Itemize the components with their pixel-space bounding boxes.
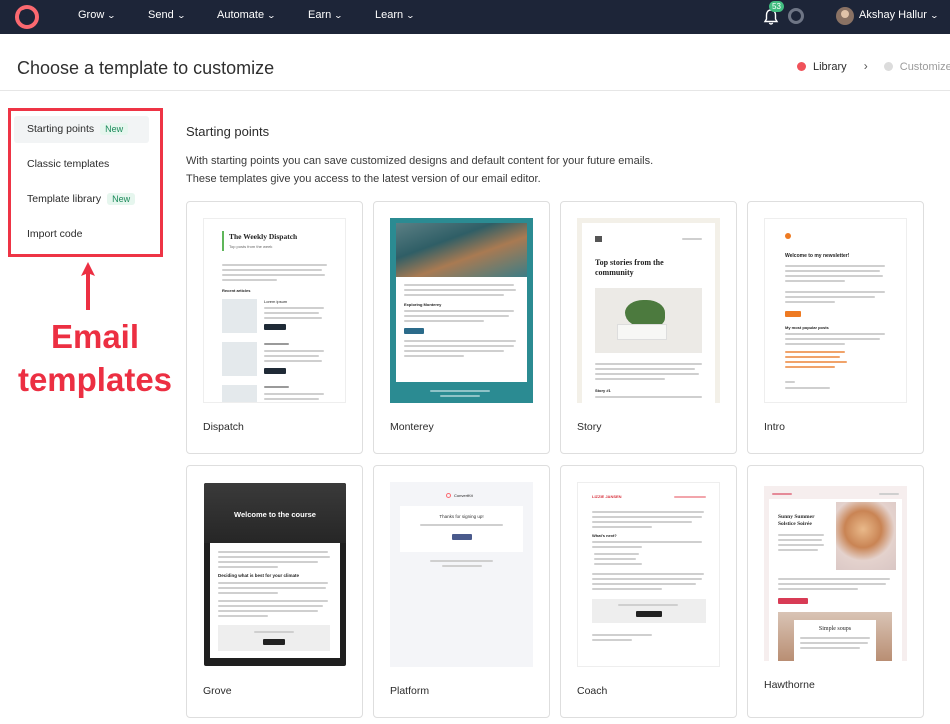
chevron-down-icon: ⌄ bbox=[333, 11, 344, 20]
template-preview: The Weekly Dispatch Top posts from the w… bbox=[203, 218, 346, 403]
annotation-highlight-box bbox=[8, 108, 163, 257]
template-preview: ConvertKit Thanks for signing up! bbox=[390, 482, 533, 667]
preview-heading: Thanks for signing up! bbox=[439, 514, 484, 519]
preview-item-title: Lorem ipsum bbox=[264, 299, 288, 304]
nav-learn[interactable]: Learn ⌄ bbox=[375, 9, 416, 21]
preview-heading: Welcome to my newsletter! bbox=[785, 253, 850, 259]
template-preview: Top stories from the community Story #1 bbox=[577, 218, 720, 403]
nav-automate-label: Automate bbox=[217, 9, 265, 21]
template-name: Monterey bbox=[390, 421, 434, 433]
preview-photo bbox=[836, 502, 896, 570]
template-card-monterey[interactable]: Exploring Monterey Monterey bbox=[373, 201, 550, 454]
chevron-down-icon: ⌄ bbox=[106, 11, 117, 20]
user-menu[interactable]: Akshay Hallur ⌄ bbox=[859, 9, 939, 21]
preview-heading: Exploring Monterey bbox=[404, 302, 442, 307]
chevron-down-icon: ⌄ bbox=[266, 11, 277, 20]
preview-button bbox=[778, 598, 808, 604]
annotation-label: Email templates bbox=[0, 316, 190, 402]
nav-send-label: Send bbox=[148, 9, 174, 21]
preview-button bbox=[785, 311, 801, 317]
preview-subheading: Deciding what is best for your climate bbox=[218, 573, 300, 578]
preview-photo bbox=[396, 223, 527, 277]
step-library-label: Library bbox=[813, 61, 847, 73]
template-preview: Sunny Summer Solstice Soirée Simple soup… bbox=[764, 486, 907, 661]
step-inactive-dot-icon bbox=[883, 62, 893, 71]
preview-button bbox=[264, 324, 286, 330]
nav-grow[interactable]: Grow ⌄ bbox=[78, 9, 117, 21]
template-name: Hawthorne bbox=[764, 679, 815, 691]
template-name: Dispatch bbox=[203, 421, 244, 433]
step-active-dot-icon bbox=[797, 62, 806, 71]
template-card-grove[interactable]: Welcome to the course Deciding what is b… bbox=[186, 465, 363, 718]
user-name: Akshay Hallur bbox=[859, 9, 927, 21]
preview-subheading: Story #1 bbox=[595, 388, 611, 393]
preview-brand: ConvertKit bbox=[454, 493, 473, 498]
preview-button bbox=[452, 534, 472, 540]
accent-bar bbox=[222, 231, 224, 251]
preview-heading: Welcome to the course bbox=[234, 510, 316, 519]
template-preview: Exploring Monterey bbox=[390, 218, 533, 403]
chevron-down-icon: ⌄ bbox=[929, 11, 939, 20]
nav-earn[interactable]: Earn ⌄ bbox=[308, 9, 344, 21]
template-card-hawthorne[interactable]: Sunny Summer Solstice Soirée Simple soup… bbox=[747, 465, 924, 718]
step-library[interactable]: Library bbox=[797, 61, 847, 73]
template-card-dispatch[interactable]: The Weekly Dispatch Top posts from the w… bbox=[186, 201, 363, 454]
annotation-line-2: templates bbox=[17, 360, 173, 398]
preview-brand: LIZZIE JANSEN bbox=[592, 494, 622, 499]
description-line-1: With starting points you can save custom… bbox=[186, 155, 654, 167]
template-name: Coach bbox=[577, 685, 608, 697]
preview-subheading: Simple soups bbox=[818, 626, 852, 632]
preview-heading: Top stories from the community bbox=[595, 258, 664, 277]
template-preview: LIZZIE JANSEN What's next? bbox=[577, 482, 720, 667]
preview-button bbox=[404, 328, 424, 334]
nav-automate[interactable]: Automate ⌄ bbox=[217, 9, 277, 21]
template-preview: Welcome to the course Deciding what is b… bbox=[204, 483, 346, 666]
convertkit-logo-icon[interactable] bbox=[15, 5, 39, 29]
step-customize: Customize bbox=[883, 61, 950, 73]
template-card-coach[interactable]: LIZZIE JANSEN What's next? Coach bbox=[560, 465, 737, 718]
image-placeholder-icon bbox=[222, 299, 257, 333]
avatar[interactable] bbox=[836, 7, 854, 25]
preview-subheading: Top posts from the week bbox=[229, 244, 273, 249]
description-line-2: These templates give you access to the l… bbox=[186, 172, 541, 185]
template-name: Story bbox=[577, 421, 602, 433]
template-name: Intro bbox=[764, 421, 786, 433]
preview-heading: The Weekly Dispatch bbox=[229, 232, 298, 241]
preview-subheading: What's next? bbox=[592, 533, 617, 538]
chevron-down-icon: ⌄ bbox=[176, 11, 186, 20]
step-customize-label: Customize bbox=[899, 61, 950, 73]
section-title: Starting points bbox=[186, 124, 270, 139]
template-name: Grove bbox=[203, 685, 232, 697]
nav-learn-label: Learn bbox=[375, 9, 404, 21]
annotation-line-1: Email bbox=[50, 318, 140, 355]
section-description: With starting points you can save custom… bbox=[186, 153, 686, 188]
template-card-platform[interactable]: ConvertKit Thanks for signing up! Platfo… bbox=[373, 465, 550, 718]
notification-count-badge: 53 bbox=[769, 1, 784, 12]
nav-send[interactable]: Send ⌄ bbox=[148, 9, 186, 21]
annotation-arrow-icon bbox=[81, 262, 95, 310]
chevron-down-icon: ⌄ bbox=[405, 11, 416, 20]
image-placeholder-icon bbox=[222, 342, 257, 376]
chevron-right-icon: › bbox=[863, 59, 868, 73]
breadcrumb-steps: Library › Customize bbox=[797, 59, 950, 73]
top-nav: Grow ⌄ Send ⌄ Automate ⌄ Earn ⌄ Learn ⌄ 53 Ak… bbox=[0, 0, 950, 34]
template-name: Platform bbox=[390, 685, 430, 697]
template-card-story[interactable]: Top stories from the community Story #1 … bbox=[560, 201, 737, 454]
progress-ring-icon[interactable] bbox=[788, 8, 804, 24]
preview-heading: Sunny Summer Solstice Soirée bbox=[778, 514, 815, 527]
header-divider bbox=[0, 90, 950, 91]
nav-grow-label: Grow bbox=[78, 9, 105, 21]
preview-button bbox=[263, 639, 285, 645]
page-title: Choose a template to customize bbox=[17, 58, 275, 78]
preview-subheading: My most popular posts bbox=[785, 325, 829, 330]
preview-section: Recent articles bbox=[222, 288, 251, 293]
template-preview: Welcome to my newsletter! My most popula… bbox=[764, 218, 907, 403]
template-card-intro[interactable]: Welcome to my newsletter! My most popula… bbox=[747, 201, 924, 454]
nav-earn-label: Earn bbox=[308, 9, 332, 21]
